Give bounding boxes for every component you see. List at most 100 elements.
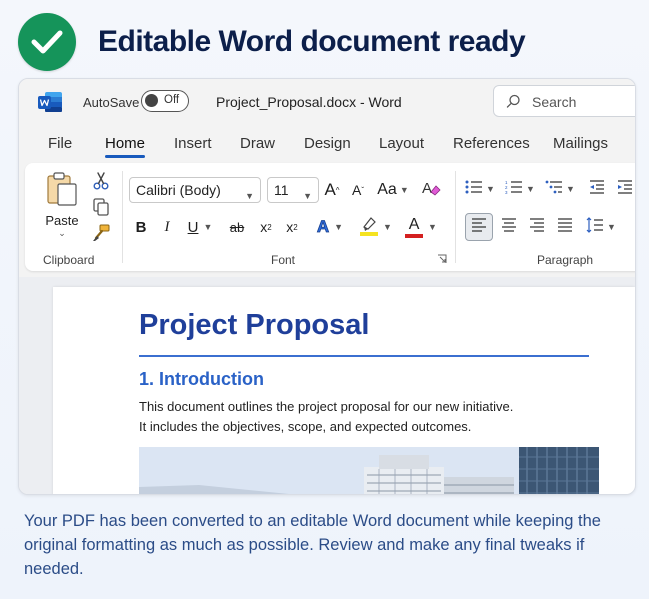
subscript-button[interactable]: x2 <box>255 215 277 239</box>
align-right-icon <box>529 217 545 237</box>
subscript-label: x <box>260 219 268 235</box>
heading-rule <box>139 355 589 357</box>
chevron-down-icon: ▼ <box>334 222 344 232</box>
search-icon <box>506 94 521 114</box>
font-size-dropdown[interactable]: 11 ▼ <box>267 177 319 203</box>
format-painter-icon <box>92 224 110 247</box>
ribbon-home: Paste ⌄ Clipboard Calibri (Body) ▼ 11 ▼ … <box>25 163 635 271</box>
word-logo-icon <box>37 91 63 113</box>
align-center-icon <box>501 217 517 237</box>
font-name-dropdown[interactable]: Calibri (Body) ▼ <box>129 177 261 203</box>
tab-layout[interactable]: Layout <box>379 135 424 152</box>
numbered-list-icon: 123 <box>505 180 523 199</box>
align-center-button[interactable] <box>497 215 521 239</box>
search-input[interactable] <box>530 91 634 113</box>
increase-indent-button[interactable] <box>613 177 635 201</box>
building-image <box>139 447 599 494</box>
title-bar: AutoSave Off Project_Proposal.docx - Wor… <box>19 79 635 123</box>
paragraph-group-label: Paragraph <box>537 253 594 267</box>
chevron-down-icon: ▼ <box>203 222 213 232</box>
chevron-down-icon: ▼ <box>383 222 392 232</box>
shrink-font-button[interactable]: Aˇ <box>347 177 369 203</box>
autosave-state: Off <box>164 94 180 106</box>
text-effects-icon: A <box>316 217 330 237</box>
line-spacing-icon <box>586 216 604 238</box>
document-subheading: 1. Introduction <box>139 369 264 389</box>
text-effects-button[interactable]: A ▼ <box>313 215 347 239</box>
autosave-toggle[interactable]: Off <box>141 90 189 112</box>
chevron-down-icon: ▼ <box>303 191 312 201</box>
font-name-value: Calibri (Body) <box>136 182 221 198</box>
ribbon-tabs: File Home Insert Draw Design Layout Refe… <box>19 125 635 159</box>
checkmark-icon <box>18 13 76 71</box>
change-case-button[interactable]: Aa ▼ <box>375 177 411 203</box>
active-tab-indicator <box>105 155 145 158</box>
tab-file[interactable]: File <box>48 135 72 152</box>
decrease-indent-button[interactable] <box>585 177 609 201</box>
svg-text:3: 3 <box>505 190 508 194</box>
italic-button[interactable]: I <box>157 215 177 239</box>
clear-formatting-button[interactable]: A <box>419 177 443 203</box>
tab-insert[interactable]: Insert <box>174 135 212 152</box>
shrink-font-icon: A <box>351 182 362 198</box>
align-right-button[interactable] <box>525 215 549 239</box>
chevron-down-icon: ▼ <box>566 184 575 194</box>
bold-label: B <box>135 218 147 236</box>
tab-draw[interactable]: Draw <box>240 135 275 152</box>
copy-button[interactable] <box>89 197 113 221</box>
grow-font-button[interactable]: A ^ <box>321 177 343 203</box>
paste-icon <box>45 171 79 212</box>
change-case-label: Aa <box>377 181 397 198</box>
highlighter-icon <box>358 214 380 241</box>
toggle-knob <box>145 94 158 107</box>
bold-button[interactable]: B <box>131 215 151 239</box>
font-color-button[interactable]: A ▼ <box>401 215 441 239</box>
success-header: Editable Word document ready <box>18 12 526 72</box>
decrease-indent-icon <box>589 179 605 199</box>
clipboard-group-label: Clipboard <box>43 253 95 267</box>
document-page[interactable]: Project Proposal 1. Introduction This do… <box>53 287 635 494</box>
strikethrough-label: ab <box>229 219 245 235</box>
search-box[interactable] <box>493 85 635 117</box>
paste-button[interactable]: Paste ⌄ <box>37 171 87 245</box>
document-paragraph-line: This document outlines the project propo… <box>139 399 514 414</box>
font-size-value: 11 <box>274 182 289 198</box>
chevron-down-icon: ▼ <box>399 185 409 195</box>
strikethrough-button[interactable]: ab <box>225 215 249 239</box>
highlight-button[interactable]: ▼ <box>355 215 395 239</box>
eraser-icon: A <box>421 178 441 203</box>
document-paragraph-line: It includes the objectives, scope, and e… <box>139 419 472 434</box>
word-window: AutoSave Off Project_Proposal.docx - Wor… <box>18 78 636 495</box>
superscript-button[interactable]: x2 <box>281 215 303 239</box>
bullets-button[interactable]: ▼ <box>463 177 497 201</box>
superscript-label: x <box>286 219 294 235</box>
format-painter-button[interactable] <box>89 223 113 247</box>
align-left-button[interactable] <box>465 213 493 241</box>
group-separator <box>122 171 123 263</box>
chevron-down-icon: ▼ <box>607 222 616 232</box>
line-spacing-button[interactable]: ▼ <box>583 215 619 239</box>
chevron-down-icon: ▼ <box>245 191 254 201</box>
underline-button[interactable]: U ▼ <box>183 215 217 239</box>
tab-mailings[interactable]: Mailings <box>553 135 608 152</box>
tab-design[interactable]: Design <box>304 135 351 152</box>
justify-button[interactable] <box>553 215 577 239</box>
group-separator <box>455 171 456 263</box>
increase-indent-icon <box>617 179 633 199</box>
font-color-icon: A <box>405 216 424 238</box>
header-title: Editable Word document ready <box>98 25 526 58</box>
paste-label: Paste <box>45 213 79 228</box>
italic-label: I <box>164 218 170 235</box>
document-title: Project_Proposal.docx - Word <box>216 94 402 110</box>
tab-home[interactable]: Home <box>105 135 145 152</box>
multilevel-list-button[interactable]: ▼ <box>543 177 577 201</box>
tab-references[interactable]: References <box>453 135 530 152</box>
grow-font-icon: A <box>324 180 336 199</box>
font-dialog-launcher[interactable] <box>435 253 449 267</box>
cut-button[interactable] <box>89 171 113 195</box>
justify-icon <box>557 217 573 237</box>
numbering-button[interactable]: 123 ▼ <box>503 177 537 201</box>
superscript-mark: 2 <box>293 222 298 232</box>
autosave-label: AutoSave <box>83 95 140 110</box>
document-canvas[interactable]: Project Proposal 1. Introduction This do… <box>19 277 635 494</box>
